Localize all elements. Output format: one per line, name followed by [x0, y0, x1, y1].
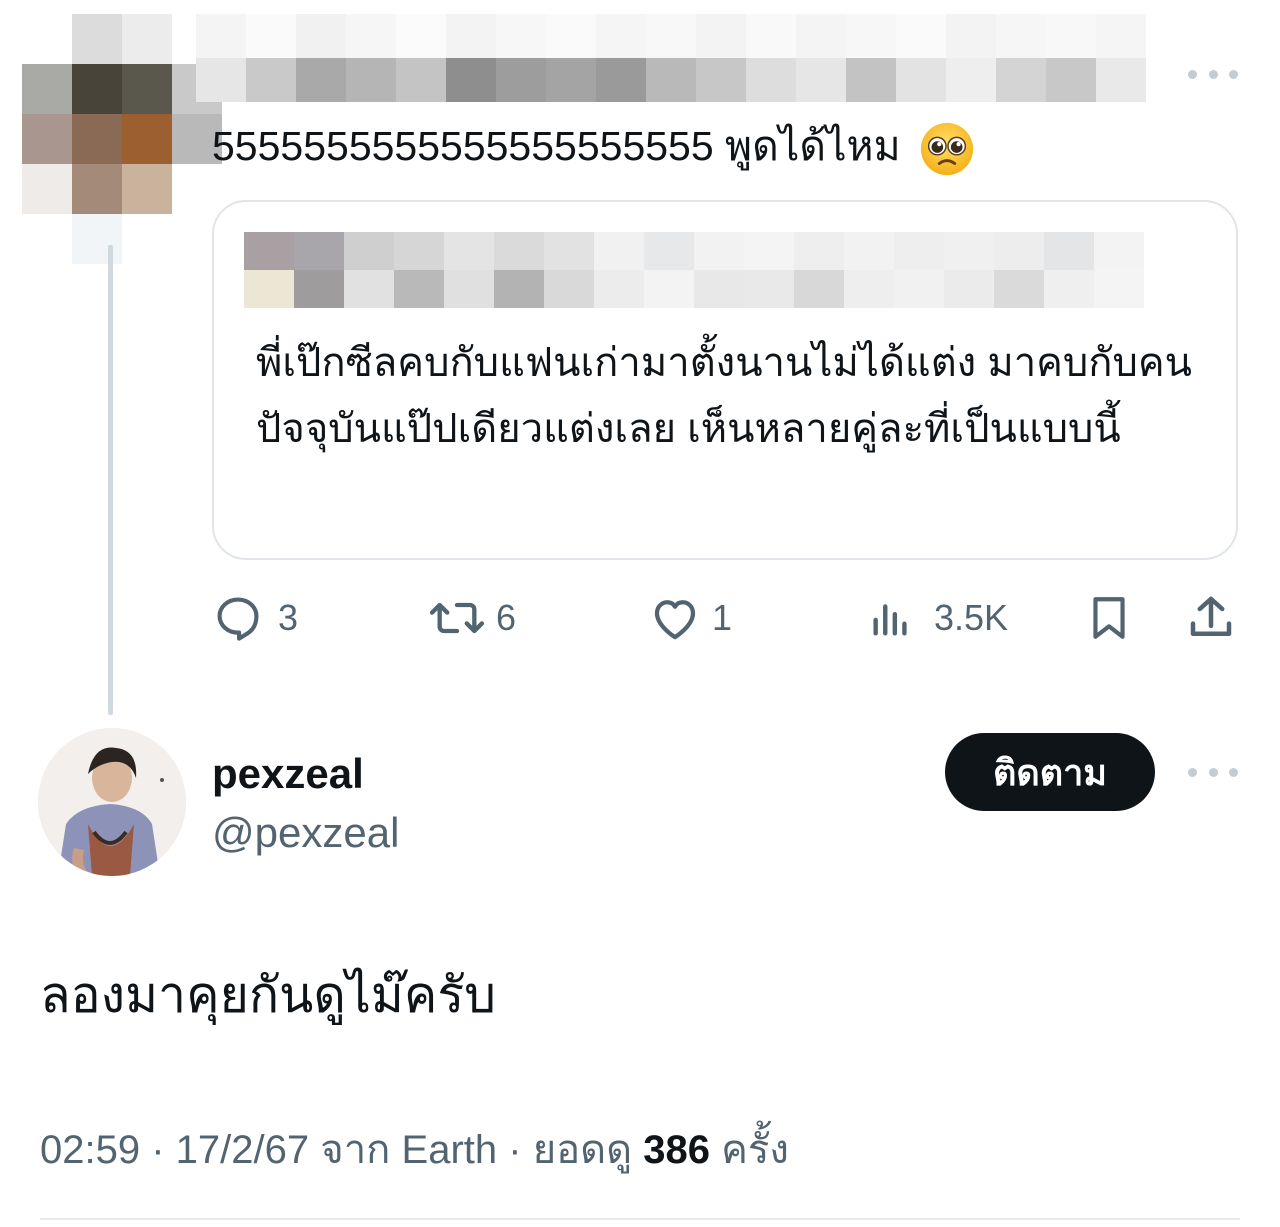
post-metadata: 02:59 · 17/2/67 จาก Earth · ยอดดู 386 คร…	[40, 1122, 789, 1178]
heart-icon	[654, 600, 696, 640]
blurred-username	[196, 14, 1146, 102]
tweet-action-bar: 3 6 1 3.5K	[212, 590, 1242, 646]
repost-count: 6	[496, 597, 517, 638]
quoted-tweet-text: พี่เป๊กซีลคบกับแฟนเก่ามาตั้งนานไม่ได้แต่…	[256, 341, 1193, 451]
like-count: 1	[712, 597, 733, 638]
pleading-face-emoji-icon	[920, 123, 974, 176]
more-options-icon[interactable]	[1188, 64, 1238, 84]
post-source: Earth	[401, 1128, 498, 1172]
author-avatar-photo-icon	[38, 728, 186, 876]
quoted-tweet-card[interactable]: พี่เป๊กซีลคบกับแฟนเก่ามาตั้งนานไม่ได้แต่…	[212, 200, 1238, 560]
reply-button[interactable]: 3	[212, 590, 298, 646]
views-chart-icon	[873, 604, 907, 636]
views-prefix: ยอดดู	[532, 1128, 633, 1172]
author-avatar[interactable]	[38, 728, 186, 876]
views-button[interactable]: 3.5K	[868, 590, 1008, 646]
post-views-count: 386	[643, 1128, 710, 1172]
share-button[interactable]	[1184, 590, 1238, 646]
reply-count: 3	[278, 597, 299, 638]
views-suffix: ครั้ง	[721, 1128, 789, 1172]
source-prefix: จาก	[320, 1128, 391, 1172]
post-date[interactable]: 17/2/67	[176, 1128, 309, 1172]
repost-icon	[429, 602, 485, 634]
author-display-name[interactable]: pexzeal	[212, 748, 364, 800]
reply-text: 5555555555555555555555 พูดได้ไหม	[212, 118, 976, 178]
thread-connector-line	[108, 245, 113, 715]
share-icon	[1190, 596, 1232, 636]
author-handle[interactable]: @pexzeal	[212, 806, 399, 860]
post-text: ลองมาคุยกันดูไม๊ครับ	[40, 967, 496, 1023]
meta-separator: ·	[508, 1128, 533, 1172]
bottom-divider	[40, 1218, 1240, 1220]
author-more-options-icon[interactable]	[1188, 762, 1238, 782]
repost-button[interactable]: 6	[426, 590, 516, 646]
reply-text-content: 5555555555555555555555 พูดได้ไหม	[212, 123, 901, 169]
meta-separator: ·	[151, 1128, 176, 1172]
reply-icon	[217, 597, 259, 641]
follow-button[interactable]: ติดตาม	[945, 733, 1155, 811]
blurred-avatar	[22, 14, 222, 264]
post-time[interactable]: 02:59	[40, 1128, 140, 1172]
blurred-quoted-author	[244, 232, 1144, 308]
bookmark-icon	[1093, 597, 1125, 639]
bookmark-button[interactable]	[1084, 590, 1134, 646]
views-count: 3.5K	[934, 597, 1009, 638]
like-button[interactable]: 1	[648, 590, 732, 646]
